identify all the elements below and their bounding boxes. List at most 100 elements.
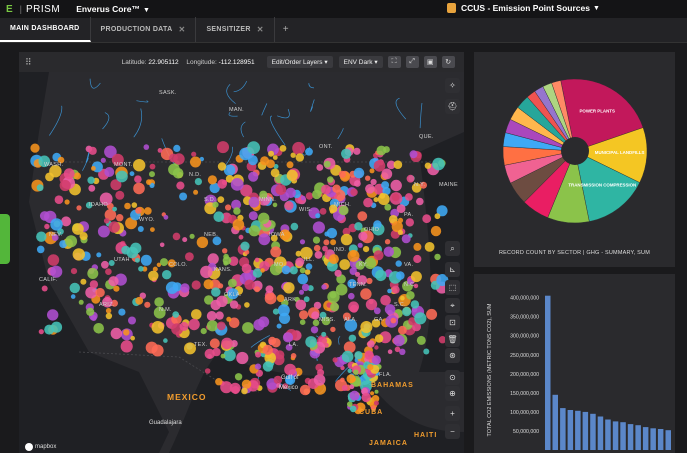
pie-slice-label: MUNICIPAL LANDFILLS <box>595 150 645 155</box>
region-label: ALA. <box>344 317 358 323</box>
emission-point <box>364 350 374 360</box>
emission-point <box>413 242 422 251</box>
emission-point <box>206 320 218 332</box>
emission-point <box>286 161 294 169</box>
sector-pie-chart[interactable]: POWER PLANTS MUNICIPAL LANDFILLS TRANSMISS… <box>474 52 675 250</box>
emission-point <box>328 254 339 265</box>
fullscreen-icon[interactable]: ⤢ <box>405 56 419 68</box>
side-panel-toggle[interactable] <box>0 214 10 264</box>
dataset-selector[interactable]: CCUS - Emission Point Sources ▼ <box>447 3 600 13</box>
emission-point <box>91 166 96 171</box>
emissions-bar-chart[interactable]: TOTAL CO2 EMISSIONS (METRIC TONS CO2), S… <box>474 274 675 453</box>
search-icon[interactable]: ⌕ <box>445 241 460 256</box>
bar <box>657 429 664 450</box>
emission-point <box>133 182 145 195</box>
emission-point <box>217 179 227 189</box>
emission-point <box>248 225 260 237</box>
emission-point <box>357 242 363 248</box>
emission-point <box>334 269 342 277</box>
drag-handle-icon[interactable]: ⠿ <box>25 57 32 68</box>
emission-point <box>254 363 262 370</box>
emission-point <box>317 369 325 377</box>
emission-point <box>377 193 390 206</box>
emission-point <box>406 291 415 300</box>
helmet-icon[interactable]: ⛑ <box>445 99 460 114</box>
tab-main-dashboard[interactable]: MAIN DASHBOARD <box>0 17 91 42</box>
emission-point <box>416 335 426 345</box>
emission-point <box>295 257 305 267</box>
emission-point <box>348 334 357 342</box>
emission-point <box>30 143 40 153</box>
select-area-icon[interactable]: ⊡ <box>445 315 460 330</box>
location-pin-icon[interactable]: ⌖ <box>445 298 460 313</box>
focus-icon[interactable]: ⊙ <box>445 370 460 385</box>
latitude-value: 22.905112 <box>148 58 179 66</box>
emission-point <box>310 326 319 334</box>
map-theme-select[interactable]: ENV Dark ▾ <box>338 56 383 68</box>
map-panel[interactable]: ⠿ Latitude: 22.905112 Longitude: -112.12… <box>19 52 464 453</box>
map-toolbar: ⠿ Latitude: 22.905112 Longitude: -112.12… <box>19 52 464 72</box>
region-label: MAINE <box>439 182 458 188</box>
edit-layers-button[interactable]: Edit/Order Layers ▾ <box>266 56 333 68</box>
refresh-icon[interactable]: ↻ <box>441 56 455 68</box>
emission-point <box>289 266 298 275</box>
emission-point <box>96 252 102 258</box>
y-tick-label: 150,000,000 <box>510 391 539 397</box>
chevron-down-icon: ▼ <box>592 4 600 12</box>
emission-point <box>226 316 232 322</box>
compass-icon[interactable]: ⊕ <box>445 386 460 401</box>
region-label: N.D. <box>189 172 202 178</box>
close-icon[interactable]: ✕ <box>257 25 264 34</box>
emission-point <box>276 323 282 329</box>
emission-point <box>303 296 310 303</box>
emission-point <box>59 179 71 192</box>
emission-point <box>113 285 120 292</box>
emission-point <box>232 218 245 231</box>
zoom-out-button[interactable]: − <box>445 424 460 439</box>
region-label: MINN. <box>259 197 277 203</box>
add-tab-button[interactable]: + <box>275 17 297 42</box>
emission-point <box>299 319 306 326</box>
zoom-in-button[interactable]: + <box>445 406 460 421</box>
emission-point <box>207 175 217 185</box>
emission-point <box>304 269 311 275</box>
emission-point <box>85 286 98 299</box>
edit-layers-label: Edit/Order Layers <box>271 59 323 66</box>
tab-label: PRODUCTION DATA <box>100 26 173 33</box>
emission-point <box>118 308 126 316</box>
emission-point <box>341 385 348 391</box>
tab-sensitizer[interactable]: SENSITIZER ✕ <box>196 17 275 42</box>
region-label: ILL. <box>304 257 315 263</box>
satellite-icon[interactable]: ✧ <box>445 78 460 93</box>
prism-logo[interactable]: E | PRISM <box>6 4 60 15</box>
emission-point <box>124 202 131 210</box>
bar <box>560 408 566 450</box>
region-label: WASH. <box>44 162 64 168</box>
emission-point <box>108 221 120 233</box>
bar <box>620 422 626 450</box>
emission-point <box>305 192 314 200</box>
emission-point <box>405 193 413 201</box>
emission-point <box>223 260 229 266</box>
polygon-icon[interactable]: ⬚ <box>445 280 460 295</box>
region-label: IND. <box>334 247 347 253</box>
emission-point <box>144 207 152 215</box>
ruler-icon[interactable]: ⊾ <box>445 262 460 277</box>
emission-point <box>179 321 189 331</box>
region-label: WYO. <box>139 217 155 223</box>
emission-point <box>150 227 155 233</box>
close-icon[interactable]: ✕ <box>178 25 185 34</box>
trash-icon[interactable]: 🗑 <box>445 332 460 347</box>
product-selector[interactable]: Enverus Core™ ▼ <box>76 4 150 14</box>
layers-icon[interactable]: ⊛ <box>445 348 460 363</box>
emission-point <box>140 254 152 266</box>
crop-icon[interactable]: ⛶ <box>387 56 401 68</box>
emission-point <box>116 170 128 183</box>
emission-point <box>63 168 75 180</box>
region-label: NEV. <box>49 232 63 238</box>
mapbox-attribution[interactable]: mapbox <box>25 443 56 451</box>
bar <box>545 295 551 450</box>
emission-point <box>176 181 185 190</box>
tab-production-data[interactable]: PRODUCTION DATA ✕ <box>91 17 197 42</box>
image-icon[interactable]: ▣ <box>423 56 437 68</box>
